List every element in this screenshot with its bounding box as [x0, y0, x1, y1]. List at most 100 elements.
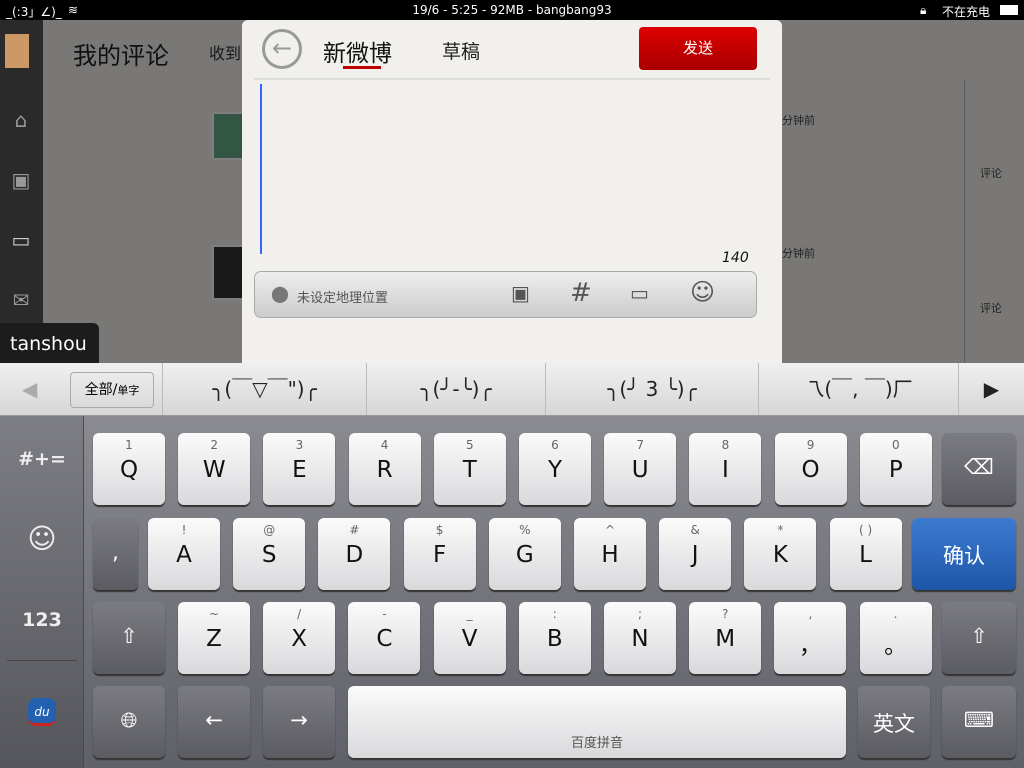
mail-icon[interactable]: ✉: [8, 288, 34, 314]
location-pin-icon[interactable]: ⬤: [271, 284, 289, 303]
tab-drafts[interactable]: 草稿: [442, 37, 480, 64]
image-icon[interactable]: ▭: [630, 281, 649, 305]
key-secondary: 6: [551, 438, 559, 452]
backspace-key[interactable]: ⌫: [942, 433, 1016, 505]
comment-icon[interactable]: ▭: [8, 228, 34, 254]
key-s[interactable]: @ S: [233, 518, 306, 590]
compose-dialog: ← 新微博 草稿 发送 140 ⬤ 未设定地理位置 ▣ # ▭ ☺: [242, 20, 782, 363]
key-1[interactable]: / X: [263, 602, 336, 674]
key-label: ⌨: [963, 708, 995, 732]
hide-keyboard-icon[interactable]: ⌨: [942, 686, 1016, 758]
mode-toggle[interactable]: 全部/单字: [70, 372, 154, 408]
key-a[interactable]: ! A: [148, 518, 220, 590]
key-y[interactable]: 6Y: [519, 433, 591, 505]
key-8[interactable]: .。: [859, 602, 932, 674]
key-secondary: ~: [208, 607, 220, 621]
candidate[interactable]: ╮(￣▽￣")╭: [162, 363, 366, 415]
globe-icon[interactable]: 🌐︎: [93, 686, 165, 758]
key-label: ⇧: [970, 624, 988, 648]
key-secondary: 3: [295, 438, 304, 452]
key-secondary: *: [777, 523, 784, 537]
key-label: 确认: [943, 544, 985, 568]
key-secondary: ;: [637, 607, 643, 621]
symbols-button[interactable]: #+=: [0, 448, 84, 470]
key-5[interactable]: ; N: [604, 602, 676, 674]
right-arrow-key[interactable]: →: [263, 686, 335, 758]
key-0[interactable]: ~ Z: [178, 602, 250, 674]
key-label: C: [376, 626, 393, 652]
key-q[interactable]: 1Q: [93, 433, 165, 505]
divider: [254, 78, 770, 80]
compose-toolbar: ⬤ 未设定地理位置 ▣ # ▭ ☺: [254, 271, 757, 318]
key-secondary: ,: [808, 607, 813, 621]
key-h[interactable]: ^ H: [574, 518, 646, 590]
hashtag-icon[interactable]: #: [570, 278, 592, 308]
key-label: Z: [206, 626, 222, 652]
shift-key[interactable]: ⇧: [942, 602, 1016, 674]
key-g[interactable]: % G: [488, 518, 561, 590]
confirm-button[interactable]: 确认: [912, 518, 1016, 590]
key-r[interactable]: 4R: [348, 433, 421, 505]
candidate[interactable]: ╮(╯-╰)╭: [366, 363, 545, 415]
key-u[interactable]: 7U: [604, 433, 677, 505]
emoji-icon[interactable]: ☺: [0, 522, 84, 555]
key-secondary: 9: [806, 438, 815, 452]
sidebar: ⌂ ▣ ▭ ✉: [0, 20, 43, 363]
key-secondary: _: [466, 607, 473, 621]
at-icon[interactable]: ▣: [511, 281, 530, 305]
key-l[interactable]: ( ) L: [829, 518, 902, 590]
status-bar: _(:3」∠)_ ≋ 19/6 - 5:25 - 92MB - bangbang…: [0, 0, 1024, 20]
back-icon[interactable]: ←: [262, 29, 302, 69]
next-page-icon[interactable]: ▶: [958, 363, 1024, 415]
home-icon[interactable]: ⌂: [8, 108, 34, 134]
key-p[interactable]: 0P: [859, 433, 932, 505]
key-t[interactable]: 5T: [433, 433, 506, 505]
key-label: Y: [547, 457, 563, 483]
key-j[interactable]: & J: [659, 518, 732, 590]
post-textarea[interactable]: [260, 84, 776, 254]
key-e[interactable]: 3E: [263, 433, 336, 505]
key-label: Q: [119, 457, 139, 483]
key-secondary: 0: [891, 438, 900, 452]
key-d[interactable]: # D: [318, 518, 391, 590]
key-label: A: [176, 542, 192, 568]
key-7[interactable]: ,，: [774, 602, 847, 674]
key-secondary: :: [552, 607, 557, 621]
tooltip: tanshou: [0, 323, 99, 365]
key-i[interactable]: 8I: [689, 433, 762, 505]
user-avatar[interactable]: [5, 34, 29, 68]
key-w[interactable]: 2W: [178, 433, 251, 505]
at-icon[interactable]: ▣: [8, 168, 34, 194]
key-4[interactable]: :B: [518, 602, 591, 674]
key-o[interactable]: 9O: [774, 433, 847, 505]
key-label: J: [691, 542, 699, 568]
key-2[interactable]: -C: [348, 602, 421, 674]
key-label: D: [345, 542, 364, 568]
location-button[interactable]: 未设定地理位置: [297, 287, 388, 306]
english-toggle-button[interactable]: 英文: [858, 686, 930, 758]
numbers-button[interactable]: 123: [0, 609, 84, 631]
key-k[interactable]: * K: [744, 518, 817, 590]
send-button[interactable]: 发送: [639, 27, 757, 70]
key-label: ⇧: [120, 624, 138, 648]
key-6[interactable]: ? M: [689, 602, 762, 674]
prev-page-icon[interactable]: ◀: [22, 377, 37, 401]
comma-key[interactable]: ,: [93, 518, 138, 590]
key-f[interactable]: $ F: [403, 518, 476, 590]
key-3[interactable]: _ V: [433, 602, 506, 674]
key-label: B: [546, 626, 563, 652]
key-secondary: $: [435, 523, 444, 537]
emoji-icon[interactable]: ☺: [690, 278, 715, 306]
key-secondary: 5: [465, 438, 474, 452]
shift-key[interactable]: ⇧: [93, 602, 165, 674]
space-key[interactable]: 百度拼音: [348, 686, 846, 758]
left-arrow-key[interactable]: ←: [178, 686, 250, 758]
candidate[interactable]: 乁(￣, ￣)厂: [758, 363, 958, 415]
key-label: →: [290, 708, 308, 732]
key-label: S: [261, 542, 277, 568]
tab-new-weibo[interactable]: 新微博: [323, 34, 392, 68]
candidate[interactable]: ╮(╯ 3 ╰)╭: [545, 363, 758, 415]
baidu-logo-icon[interactable]: du: [28, 698, 56, 726]
lock-rotation-icon: 🔒︎: [920, 3, 927, 17]
status-center: 19/6 - 5:25 - 92MB - bangbang93: [412, 3, 612, 17]
